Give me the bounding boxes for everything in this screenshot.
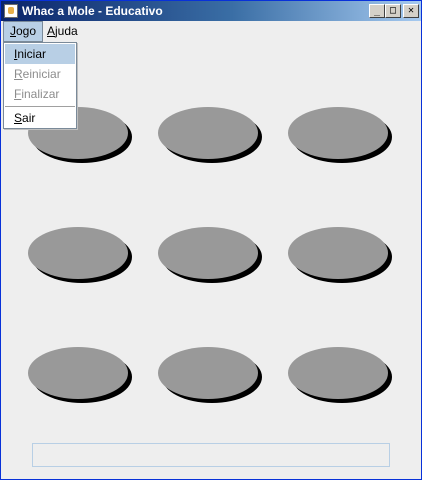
mole-hole-4[interactable] (28, 227, 128, 279)
menu-separator (5, 106, 75, 107)
menu-jogo-label: ogo (16, 24, 37, 38)
close-button[interactable]: ✕ (403, 4, 419, 18)
reiniciar-label: einiciar (22, 67, 61, 81)
maximize-button[interactable]: □ (385, 4, 401, 18)
mole-hole-8[interactable] (158, 347, 258, 399)
iniciar-label: niciar (17, 47, 47, 61)
status-field (32, 443, 390, 467)
sair-label: air (22, 111, 36, 125)
sair-mnemonic: S (14, 111, 23, 125)
menu-ajuda-label: juda (55, 24, 78, 38)
menu-item-iniciar[interactable]: Iniciar (5, 44, 75, 64)
menu-bar: Jogo Ajuda (1, 21, 421, 43)
title-bar[interactable]: Whac a Mole - Educativo _ □ ✕ (1, 1, 421, 21)
app-window: Whac a Mole - Educativo _ □ ✕ Jogo Ajuda… (0, 0, 422, 480)
menu-jogo[interactable]: Jogo (3, 21, 44, 42)
reiniciar-mnemonic: R (14, 67, 23, 81)
mole-hole-5[interactable] (158, 227, 258, 279)
mole-hole-9[interactable] (288, 347, 388, 399)
menu-ajuda[interactable]: Ajuda (41, 21, 84, 41)
mole-hole-6[interactable] (288, 227, 388, 279)
menu-item-sair[interactable]: Sair (5, 108, 75, 128)
mole-hole-7[interactable] (28, 347, 128, 399)
jogo-dropdown-menu: Iniciar Reiniciar Finalizar Sair (3, 42, 77, 129)
mole-hole-3[interactable] (288, 107, 388, 159)
finalizar-label: inalizar (21, 87, 60, 101)
menu-item-reiniciar: Reiniciar (5, 64, 75, 84)
mole-hole-2[interactable] (158, 107, 258, 159)
menu-ajuda-mnemonic: A (47, 24, 56, 38)
java-app-icon[interactable] (4, 4, 18, 18)
minimize-button[interactable]: _ (369, 4, 385, 18)
menu-item-finalizar: Finalizar (5, 84, 75, 104)
window-title: Whac a Mole - Educativo (22, 4, 163, 18)
